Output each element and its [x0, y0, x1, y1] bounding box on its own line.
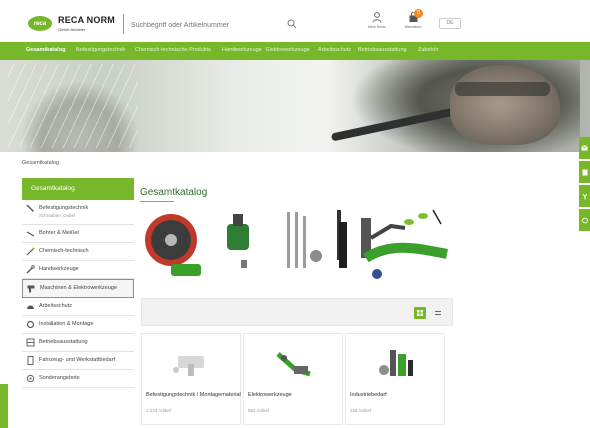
card-title: Industriebedarf [350, 392, 387, 398]
hero-banner-image [0, 60, 590, 152]
sidebar-item-fahrzeug[interactable]: Fahrzeug- und Werkstattbedarf [22, 352, 134, 370]
phone-icon [581, 217, 588, 223]
site-header: reca RECA NORM GmbH Anbieter Mein Konto … [0, 0, 590, 42]
sidebar-item-chemie[interactable]: Chemisch-technisch [22, 243, 134, 261]
shelf-icon [26, 338, 35, 347]
card-product-image [276, 352, 311, 377]
sidebar-item-label: Sonderangebote [39, 375, 80, 381]
sidebar-heading[interactable]: Gesamtkatalog [22, 178, 134, 200]
search-input[interactable] [131, 18, 281, 32]
side-tab-info[interactable] [579, 161, 590, 183]
category-card[interactable]: Industriebedarf 318 Artikel [345, 333, 445, 425]
card-title: Befestigungstechnik / Montagematerial [146, 392, 241, 398]
side-tab-strip [579, 137, 590, 233]
feedback-tab[interactable] [0, 384, 8, 428]
nav-item-befestigungstechnik[interactable]: Befestigungstechnik [76, 47, 125, 53]
sidebar-item-label: Bohrer & Meißel [39, 230, 79, 236]
nav-item-zubehoer[interactable]: Zubehör [418, 47, 439, 53]
sidebar-item-label: Fahrzeug- und Werkstattbedarf [39, 357, 116, 363]
view-toolbar [141, 298, 453, 326]
card-count: 1.234 Artikel [146, 408, 171, 413]
nav-item-elektrowerkzeuge[interactable]: Elektrowerkzeuge [266, 47, 310, 53]
account-icon [372, 12, 382, 23]
safety-goggles [455, 82, 550, 96]
sidebar-item-label: Chemisch-technisch [39, 248, 89, 254]
side-tab-phone[interactable] [579, 209, 590, 231]
sidebar-item-label: Betriebsausstattung [39, 339, 88, 345]
sidebar-item-label: Handwerkzeuge [39, 266, 79, 272]
list-view-button[interactable] [432, 307, 444, 319]
nav-item-gesamtkatalog[interactable]: Gesamtkatalog [21, 42, 70, 60]
sidebar-item-label: Arbeitsschutz [39, 303, 73, 309]
logo-tagline: GmbH Anbieter [58, 27, 86, 32]
side-tab-social[interactable] [579, 185, 590, 207]
breadcrumb[interactable]: Gesamtkatalog [22, 160, 59, 166]
card-title: Elektrowerkzeuge [248, 392, 292, 398]
sparks-graphic [8, 64, 138, 148]
mail-icon [581, 145, 588, 151]
logo-name[interactable]: RECA NORM [58, 15, 115, 25]
worker-head [450, 65, 560, 145]
screw-icon [26, 204, 34, 212]
card-count: 318 Artikel [350, 408, 372, 413]
sidebar-item-label: Befestigungstechnik [39, 205, 89, 211]
account-button[interactable]: Mein Konto [362, 12, 392, 29]
sidebar-item-betriebsausstattung[interactable]: Betriebsausstattung [22, 334, 134, 352]
header-divider [123, 14, 124, 34]
category-sidebar: Gesamtkatalog Befestigungstechnik Schrau… [22, 178, 134, 388]
spray-icon [26, 247, 35, 256]
social-icon [582, 193, 587, 199]
logo-mark: reca [33, 20, 47, 27]
drill-bit-icon [26, 231, 35, 237]
language-selector[interactable]: DE [439, 18, 461, 29]
document-icon [582, 169, 587, 175]
sidebar-item-sublabel: Schrauben, Dübel [39, 213, 76, 218]
pipe-icon [26, 320, 35, 329]
main-navigation: Gesamtkatalog Befestigungstechnik Chemis… [0, 42, 590, 60]
list-view-icon [435, 311, 441, 315]
sidebar-item-maschinen[interactable]: Maschinen & Elektrowerkzeuge [22, 279, 134, 298]
search-icon[interactable] [287, 19, 297, 29]
catalog-product-collage [145, 209, 448, 279]
card-count: 562 Artikel [248, 408, 270, 413]
helmet-icon [27, 305, 34, 309]
grid-view-icon [417, 310, 423, 316]
account-label: Mein Konto [368, 25, 386, 29]
nav-item-betriebsausstattung[interactable]: Betriebsausstattung [358, 47, 407, 53]
page-title: Gesamtkatalog [140, 187, 208, 202]
tag-icon [26, 374, 35, 383]
side-tab-mail[interactable] [579, 137, 590, 159]
sidebar-item-befestigungstechnik[interactable]: Befestigungstechnik Schrauben, Dübel [22, 200, 134, 225]
sidebar-item-sonderangebote[interactable]: Sonderangebote [22, 370, 134, 388]
sidebar-item-installation[interactable]: Installation & Montage [22, 316, 134, 334]
nav-item-handwerkzeuge[interactable]: Handwerkzeuge [222, 47, 262, 53]
cart-count-badge: 0 [414, 9, 423, 18]
sidebar-item-label: Maschinen & Elektrowerkzeuge [40, 285, 118, 291]
sidebar-item-label: Installation & Montage [39, 321, 94, 327]
grid-view-button[interactable] [414, 307, 426, 319]
category-card[interactable]: Befestigungstechnik / Montagematerial 1.… [141, 333, 241, 425]
sidebar-item-handwerkzeuge[interactable]: Handwerkzeuge [22, 261, 134, 279]
sidebar-item-bohrer[interactable]: Bohrer & Meißel [22, 225, 134, 243]
card-product-image [379, 350, 413, 376]
catalog-banner-image [141, 202, 453, 294]
sidebar-item-arbeitsschutz[interactable]: Arbeitsschutz [22, 298, 134, 316]
wrench-icon [26, 265, 35, 274]
cart-label: Warenkorb [404, 25, 422, 29]
cart-button[interactable]: 0 Warenkorb [398, 9, 428, 29]
power-tool-icon [27, 285, 35, 293]
card-product-image [173, 356, 204, 376]
nav-item-chemie[interactable]: Chemisch-technische Produkte [135, 47, 211, 53]
category-card[interactable]: Elektrowerkzeuge 562 Artikel [243, 333, 343, 425]
car-battery-icon [27, 356, 34, 365]
nav-item-arbeitsschutz[interactable]: Arbeitsschutz [318, 47, 351, 53]
brand-logo[interactable]: reca [28, 16, 52, 31]
